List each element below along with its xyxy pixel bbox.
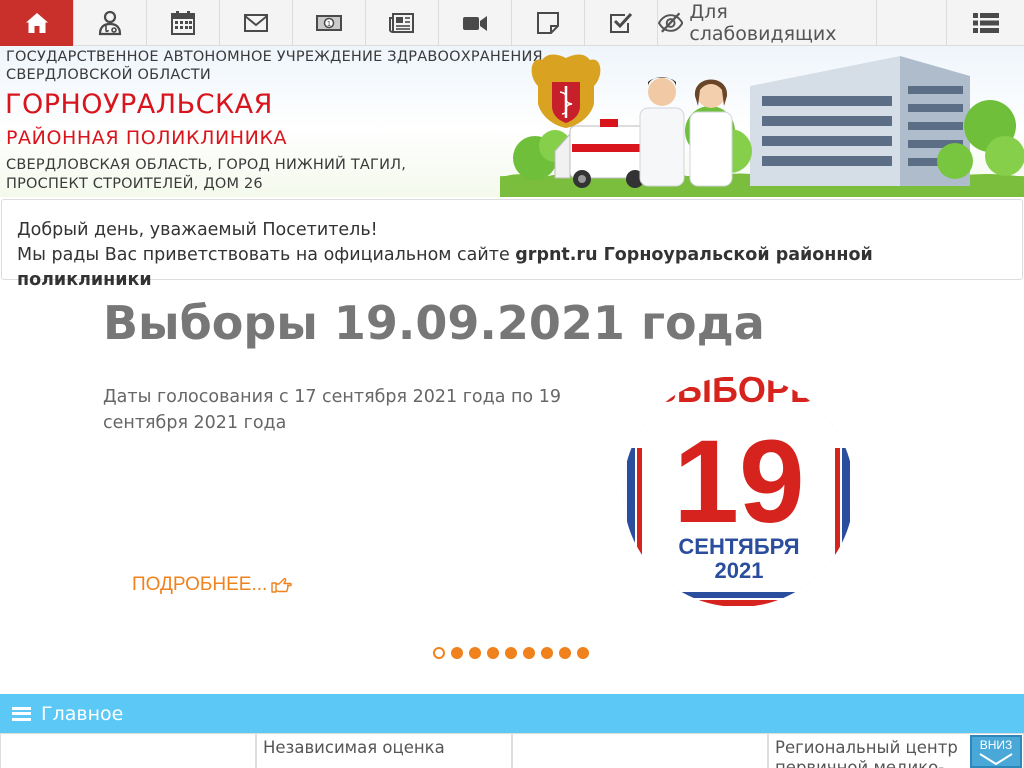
envelope-icon xyxy=(244,14,268,32)
scroll-down-label: ВНИЗ xyxy=(979,738,1013,752)
carousel-dot[interactable] xyxy=(469,647,481,659)
hand-pointer-icon xyxy=(271,577,293,593)
page: 1 Для слабовидящих ГОСУДАРСТВЕННОЕ АВТОН… xyxy=(0,0,1024,768)
election-image[interactable]: ВЫБОРЫ 19 СЕНТЯБРЯ 2021 xyxy=(623,376,854,607)
read-more-label: ПОДРОБНЕЕ... xyxy=(132,574,268,595)
doctor-icon xyxy=(98,10,122,36)
video-icon xyxy=(463,16,487,31)
slide-description: Даты голосования с 17 сентября 2021 года… xyxy=(103,387,561,433)
note-icon xyxy=(537,12,559,34)
carousel-dot[interactable] xyxy=(559,647,571,659)
scroll-down-button[interactable]: ВНИЗ xyxy=(970,735,1022,768)
carousel-dot[interactable] xyxy=(433,647,445,659)
read-more-link[interactable]: ПОДРОБНЕЕ... xyxy=(132,574,293,596)
quick-link-tile[interactable] xyxy=(512,734,768,768)
main-menu-label: Главное xyxy=(41,702,124,725)
money-icon: 1 xyxy=(316,15,342,31)
carousel-indicators xyxy=(433,647,589,659)
home-button[interactable] xyxy=(0,0,74,46)
svg-text:1: 1 xyxy=(327,20,331,28)
newspaper-icon xyxy=(389,13,414,33)
welcome-greeting: Добрый день, уважаемый Посетитель! xyxy=(17,220,378,240)
coat-of-arms-emblem xyxy=(531,54,601,128)
accessibility-button[interactable]: Для слабовидящих xyxy=(658,0,877,46)
carousel-dot[interactable] xyxy=(541,647,553,659)
doctor-button[interactable] xyxy=(74,0,147,46)
welcome-message: Мы рады Вас приветствовать на официально… xyxy=(17,243,1007,293)
site-menu-button[interactable] xyxy=(946,0,1024,46)
org-type-line2: СВЕРДЛОВСКОЙ ОБЛАСТИ xyxy=(6,67,211,83)
checkbox-icon xyxy=(610,12,633,33)
welcome-panel: Добрый день, уважаемый Посетитель! Мы ра… xyxy=(1,199,1023,290)
eye-slash-icon xyxy=(658,12,684,33)
clinic-building xyxy=(750,56,970,186)
carousel-dot[interactable] xyxy=(451,647,463,659)
news-button[interactable] xyxy=(366,0,439,46)
survey-button[interactable] xyxy=(585,0,658,46)
arrow-down-icon xyxy=(979,753,1013,766)
home-icon xyxy=(25,13,48,33)
top-toolbar: 1 Для слабовидящих xyxy=(0,0,1024,46)
banner-illustration xyxy=(500,54,1024,197)
org-name-line2: РАЙОННАЯ ПОЛИКЛИНИКА xyxy=(6,127,288,149)
address-line1: СВЕРДЛОВСКАЯ ОБЛАСТЬ, ГОРОД НИЖНИЙ ТАГИЛ… xyxy=(6,157,407,173)
calendar-button[interactable] xyxy=(147,0,220,46)
quick-link-tile[interactable] xyxy=(0,734,256,768)
carousel-dot[interactable] xyxy=(505,647,517,659)
payment-button[interactable]: 1 xyxy=(293,0,366,46)
header-banner: ГОСУДАРСТВЕННОЕ АВТОНОМНОЕ УЧРЕЖДЕНИЕ ЗД… xyxy=(0,46,1024,197)
carousel-dot[interactable] xyxy=(523,647,535,659)
quick-link-label: Независимая оценка xyxy=(263,738,445,757)
election-image-year: 2021 xyxy=(715,558,764,583)
calendar-icon xyxy=(171,11,195,35)
election-image-month: СЕНТЯБРЯ xyxy=(678,534,799,559)
org-name-line1: ГОРНОУРАЛЬСКАЯ xyxy=(5,89,273,120)
carousel-dot[interactable] xyxy=(487,647,499,659)
main-menu-toggle[interactable]: Главное xyxy=(0,694,1024,733)
quick-link-tile[interactable]: Независимая оценка xyxy=(256,734,512,768)
video-button[interactable] xyxy=(439,0,512,46)
election-image-day: 19 xyxy=(673,416,804,548)
mail-button[interactable] xyxy=(220,0,293,46)
hamburger-icon xyxy=(12,706,31,721)
welcome-message-text: Мы рады Вас приветствовать на официально… xyxy=(17,245,516,265)
slide-title: Выборы 19.09.2021 года xyxy=(103,296,765,350)
carousel-dot[interactable] xyxy=(577,647,589,659)
note-button[interactable] xyxy=(512,0,585,46)
address-line2: ПРОСПЕКТ СТРОИТЕЛЕЙ, ДОМ 26 xyxy=(6,176,263,192)
election-image-word: ВЫБОРЫ xyxy=(651,376,825,410)
list-menu-icon xyxy=(972,13,999,33)
quick-links-row: Независимая оценка Региональный центр пер… xyxy=(0,733,1024,768)
accessibility-label: Для слабовидящих xyxy=(689,1,837,45)
ambulance xyxy=(554,119,651,188)
org-type-line1: ГОСУДАРСТВЕННОЕ АВТОНОМНОЕ УЧРЕЖДЕНИЕ ЗД… xyxy=(6,49,543,65)
